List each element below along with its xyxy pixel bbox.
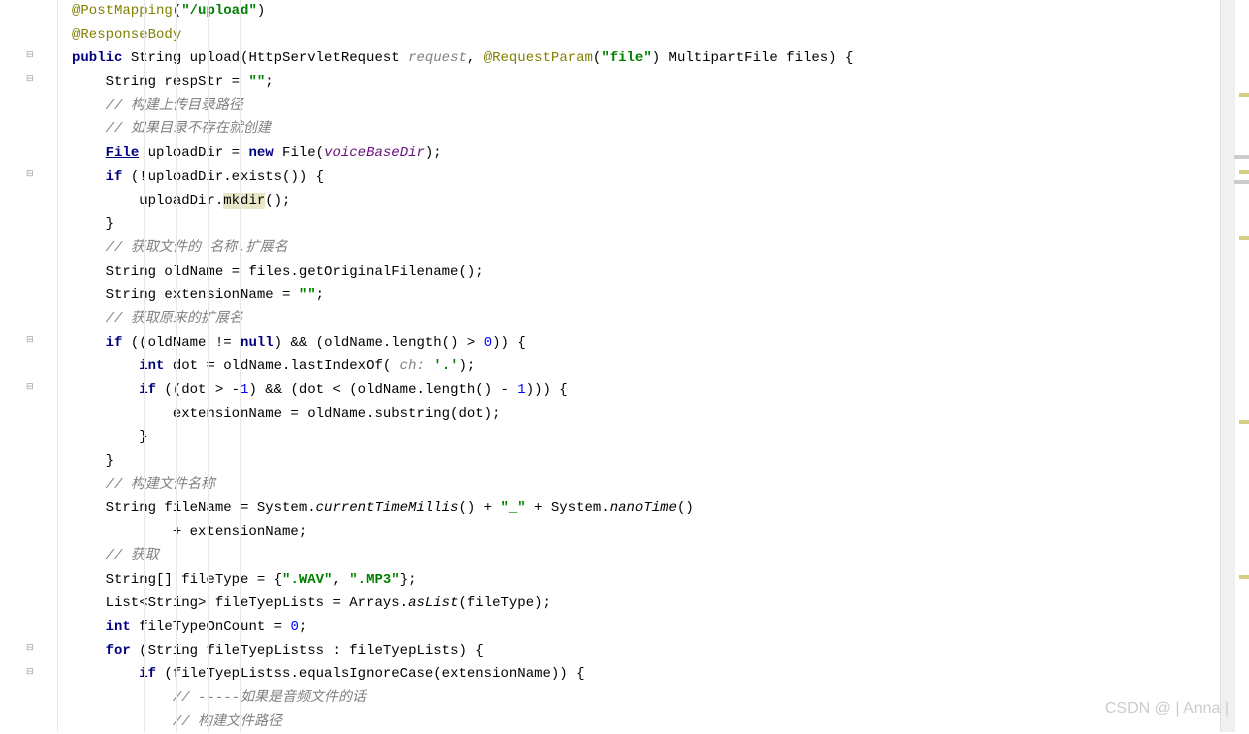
code-line[interactable]: String[] fileType = {".WAV", ".MP3"}; <box>72 569 1224 593</box>
vertical-scrollbar[interactable] <box>1220 0 1234 732</box>
code-line[interactable]: extensionName = oldName.substring(dot); <box>72 403 1224 427</box>
code-line[interactable]: List<String> fileTyepLists = Arrays.asLi… <box>72 592 1224 616</box>
fold-toggle-icon[interactable]: ⊟ <box>26 48 37 59</box>
code-line[interactable]: public String upload(HttpServletRequest … <box>72 47 1224 71</box>
code-line[interactable]: // 获取文件的 名称.扩展名 <box>72 237 1224 261</box>
minimap-mark <box>1239 170 1249 174</box>
code-line[interactable]: // 构建文件路径 <box>72 711 1224 734</box>
code-line[interactable]: int dot = oldName.lastIndexOf( ch: '.'); <box>72 355 1224 379</box>
code-line[interactable]: String respStr = ""; <box>72 71 1224 95</box>
code-line[interactable]: // -----如果是音频文件的话 <box>72 687 1224 711</box>
fold-toggle-icon[interactable]: ⊟ <box>26 72 37 83</box>
code-line[interactable]: if ((dot > -1) && (dot < (oldName.length… <box>72 379 1224 403</box>
code-line[interactable]: for (String fileTyepListss : fileTyepLis… <box>72 640 1224 664</box>
code-line[interactable]: String fileName = System.currentTimeMill… <box>72 497 1224 521</box>
minimap-mark <box>1234 155 1249 159</box>
code-line[interactable]: @ResponseBody <box>72 24 1224 48</box>
code-line[interactable]: if (fileTyepListss.equalsIgnoreCase(exte… <box>72 663 1224 687</box>
fold-toggle-icon[interactable]: ⊟ <box>26 167 37 178</box>
code-area[interactable]: @PostMapping("/upload")@ResponseBodypubl… <box>58 0 1234 732</box>
minimap-mark <box>1239 420 1249 424</box>
minimap-mark <box>1234 180 1249 184</box>
code-line[interactable]: } <box>72 213 1224 237</box>
minimap-mark <box>1239 236 1249 240</box>
code-line[interactable]: if (!uploadDir.exists()) { <box>72 166 1224 190</box>
code-line[interactable]: + extensionName; <box>72 521 1224 545</box>
code-line[interactable]: } <box>72 426 1224 450</box>
gutter[interactable]: ⊟ ⊟ ⊟ ⊟ ⊟ ⊟ ⊟ <box>0 0 58 732</box>
code-line[interactable]: // 构建上传目录路径 <box>72 95 1224 119</box>
code-line[interactable]: @PostMapping("/upload") <box>72 0 1224 24</box>
code-line[interactable]: } <box>72 450 1224 474</box>
minimap-mark <box>1239 93 1249 97</box>
minimap-mark <box>1239 575 1249 579</box>
code-line[interactable]: uploadDir.mkdir(); <box>72 190 1224 214</box>
code-line[interactable]: // 如果目录不存在就创建 <box>72 118 1224 142</box>
fold-toggle-icon[interactable]: ⊟ <box>26 665 37 676</box>
code-line[interactable]: // 获取 <box>72 545 1224 569</box>
fold-toggle-icon[interactable]: ⊟ <box>26 333 37 344</box>
code-line[interactable]: String oldName = files.getOriginalFilena… <box>72 261 1224 285</box>
code-line[interactable]: // 获取原来的扩展名 <box>72 308 1224 332</box>
code-line[interactable]: // 构建文件名称 <box>72 474 1224 498</box>
watermark-text: CSDN @ | Anna | <box>1105 695 1229 722</box>
code-line[interactable]: int fileTypeOnCount = 0; <box>72 616 1224 640</box>
fold-toggle-icon[interactable]: ⊟ <box>26 380 37 391</box>
minimap-overview[interactable] <box>1234 0 1249 732</box>
editor-container: ⊟ ⊟ ⊟ ⊟ ⊟ ⊟ ⊟ @PostMapping("/upload")@Response… <box>0 0 1249 732</box>
code-line[interactable]: File uploadDir = new File(voiceBaseDir); <box>72 142 1224 166</box>
code-line[interactable]: String extensionName = ""; <box>72 284 1224 308</box>
code-line[interactable]: if ((oldName != null) && (oldName.length… <box>72 332 1224 356</box>
fold-toggle-icon[interactable]: ⊟ <box>26 641 37 652</box>
